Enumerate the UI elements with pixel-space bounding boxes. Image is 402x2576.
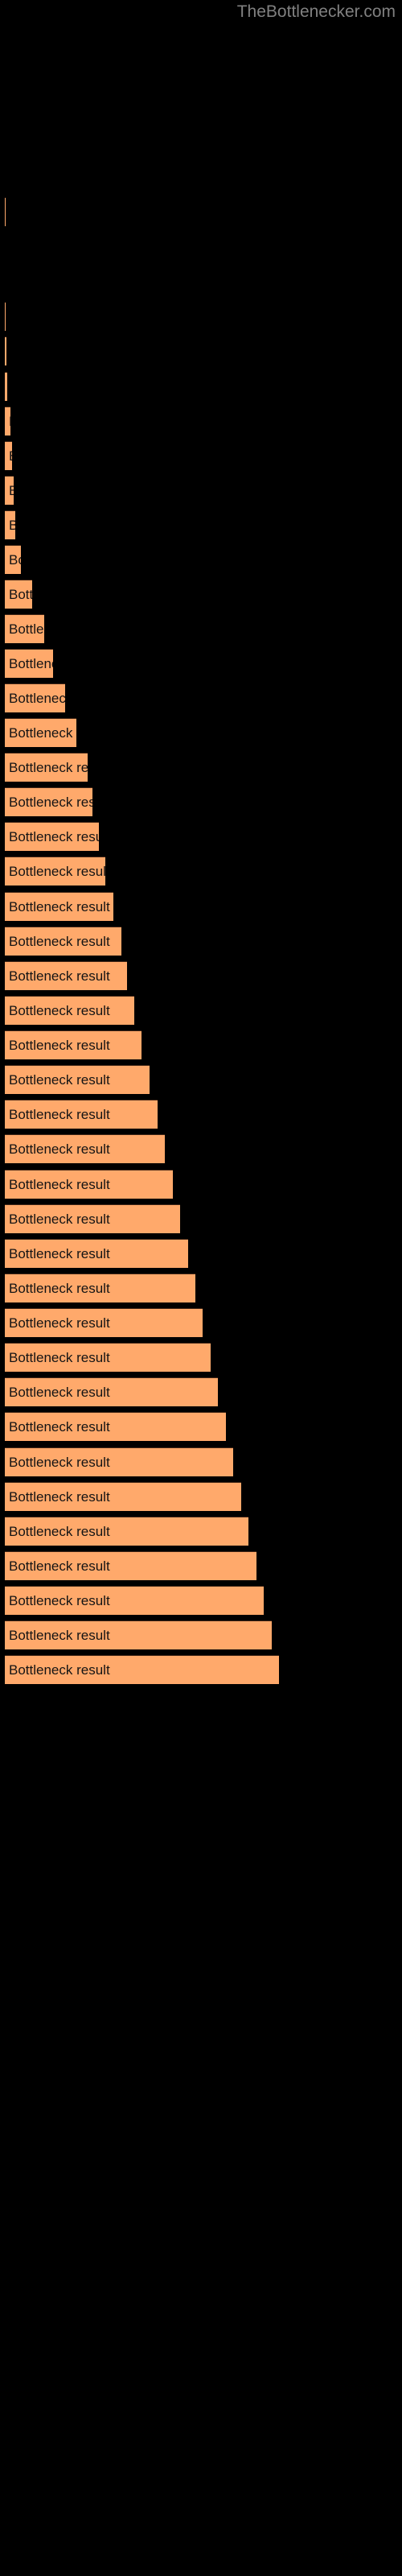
bar-2[interactable]: Bottleneck result — [5, 336, 6, 365]
bar-label: Bottleneck result — [9, 1454, 110, 1470]
bar-18[interactable]: Bottleneck result — [5, 892, 113, 921]
bar-label: Bottleneck result — [9, 551, 21, 568]
bar-label: Bottleneck result — [9, 483, 14, 499]
bar-10[interactable]: Bottleneck result — [5, 614, 44, 643]
bar-13[interactable]: Bottleneck result — [5, 718, 76, 747]
bar-28[interactable]: Bottleneck result — [5, 1239, 188, 1268]
bar-39[interactable]: Bottleneck result — [5, 1620, 272, 1649]
bar-33[interactable]: Bottleneck result — [5, 1412, 226, 1441]
bar-label: Bottleneck result — [9, 1662, 110, 1678]
bar-label: Bottleneck result — [9, 898, 110, 914]
bar-36[interactable]: Bottleneck result — [5, 1517, 248, 1546]
bar-label: Bottleneck result — [9, 414, 10, 430]
bar-label: Bottleneck result — [9, 1418, 110, 1435]
bar-label: Bottleneck result — [9, 863, 105, 879]
bar-label: Bottleneck result — [9, 759, 88, 775]
bar-29[interactable]: Bottleneck result — [5, 1274, 195, 1302]
bar-label: Bottleneck result — [9, 1523, 110, 1539]
bar-label: Bottleneck result — [9, 1245, 110, 1261]
page-title: TheBottlenecker.com — [236, 2, 396, 21]
bar-38[interactable]: Bottleneck result — [5, 1586, 264, 1615]
bar-label: Bottleneck result — [9, 1488, 110, 1505]
bar-0[interactable]: Bottleneck result — [5, 197, 6, 226]
bar-37[interactable]: Bottleneck result — [5, 1551, 256, 1580]
bar-9[interactable]: Bottleneck result — [5, 580, 32, 609]
bottleneck-bar-chart: TheBottlenecker.com Bottleneck result Bot… — [0, 0, 402, 2576]
bar-22[interactable]: Bottleneck result — [5, 1030, 142, 1059]
bar-26[interactable]: Bottleneck result — [5, 1170, 173, 1199]
bar-label: Bottleneck result — [9, 724, 76, 741]
bar-40[interactable]: Bottleneck result — [5, 1655, 279, 1684]
bar-label: Bottleneck result — [9, 1384, 110, 1400]
bar-label: Bottleneck result — [9, 1071, 110, 1088]
bar-label: Bottleneck result — [9, 690, 65, 706]
bar-label: Bottleneck result — [9, 1037, 110, 1053]
bar-label: Bottleneck result — [9, 968, 110, 984]
bar-27[interactable]: Bottleneck result — [5, 1204, 180, 1233]
bar-5[interactable]: Bottleneck result — [5, 441, 12, 470]
bar-32[interactable]: Bottleneck result — [5, 1377, 218, 1406]
bar-31[interactable]: Bottleneck result — [5, 1343, 211, 1372]
bar-label: Bottleneck result — [9, 1349, 110, 1365]
bar-30[interactable]: Bottleneck result — [5, 1308, 203, 1337]
bar-35[interactable]: Bottleneck result — [5, 1482, 241, 1511]
bar-label: Bottleneck result — [9, 1280, 110, 1296]
bar-label: Bottleneck result — [9, 1106, 110, 1122]
bar-label: Bottleneck result — [9, 1141, 110, 1157]
bar-label: Bottleneck result — [9, 794, 92, 810]
bar-15[interactable]: Bottleneck result — [5, 787, 92, 816]
bar-label: Bottleneck result — [9, 1627, 110, 1643]
bar-34[interactable]: Bottleneck result — [5, 1447, 233, 1476]
bar-label: Bottleneck result — [9, 1176, 110, 1192]
bar-label: Bottleneck result — [9, 933, 110, 949]
bar-20[interactable]: Bottleneck result — [5, 961, 127, 990]
bar-label: Bottleneck result — [9, 448, 12, 464]
bar-25[interactable]: Bottleneck result — [5, 1134, 165, 1163]
bar-label: Bottleneck result — [9, 621, 44, 637]
bar-23[interactable]: Bottleneck result — [5, 1065, 150, 1094]
bar-label: Bottleneck result — [9, 655, 53, 671]
bar-label: Bottleneck result — [9, 1558, 110, 1574]
bar-12[interactable]: Bottleneck result — [5, 683, 65, 712]
bar-label: Bottleneck result — [9, 586, 32, 602]
bar-label: Bottleneck result — [9, 1592, 110, 1608]
bar-label: Bottleneck result — [9, 1315, 110, 1331]
bar-8[interactable]: Bottleneck result — [5, 545, 21, 574]
bar-label: Bottleneck result — [9, 1002, 110, 1018]
bar-11[interactable]: Bottleneck result — [5, 649, 53, 678]
bar-21[interactable]: Bottleneck result — [5, 996, 134, 1025]
bar-1[interactable]: Bottleneck result — [5, 302, 6, 331]
bar-4[interactable]: Bottleneck result — [5, 407, 10, 436]
bar-7[interactable]: Bottleneck result — [5, 510, 15, 539]
bar-3[interactable]: Bottleneck result — [5, 372, 7, 401]
bar-24[interactable]: Bottleneck result — [5, 1100, 158, 1129]
bar-6[interactable]: Bottleneck result — [5, 476, 14, 505]
bar-16[interactable]: Bottleneck result — [5, 822, 99, 851]
bar-19[interactable]: Bottleneck result — [5, 927, 121, 956]
bar-14[interactable]: Bottleneck result — [5, 753, 88, 782]
bar-17[interactable]: Bottleneck result — [5, 857, 105, 886]
bar-label: Bottleneck result — [9, 518, 15, 534]
bar-label: Bottleneck result — [9, 1211, 110, 1227]
bar-label: Bottleneck result — [9, 828, 99, 844]
